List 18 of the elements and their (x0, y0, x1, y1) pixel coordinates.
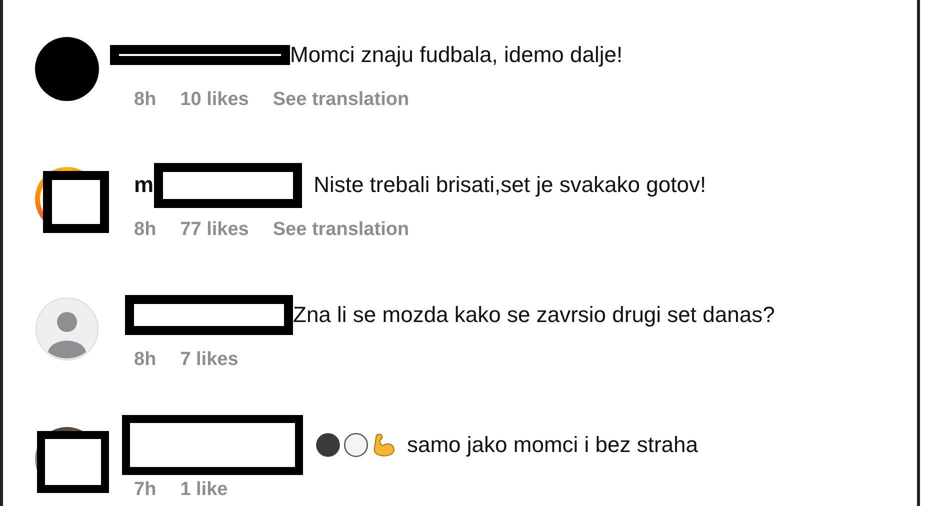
likes-link[interactable]: 1 like (180, 479, 228, 501)
username[interactable]: m (134, 172, 154, 198)
see-translation-link[interactable]: See translation (272, 89, 410, 111)
ring-icon (343, 432, 369, 458)
comment-time: 8h (134, 349, 156, 371)
avatar-icon[interactable] (35, 297, 99, 361)
likes-link[interactable]: 7 likes (180, 349, 238, 371)
comment-time: 8h (134, 89, 156, 111)
comment-text: Niste trebali brisati,set je svakako gotov! (314, 172, 706, 198)
see-translation-link[interactable]: See translation (272, 219, 410, 241)
comment-time: 7h (134, 479, 156, 501)
likes-link[interactable]: 77 likes (180, 219, 249, 241)
comment-text: samo jako momci i bez straha (407, 432, 698, 458)
comment-text: Momci znaju fudbala, idemo dalje! (290, 42, 623, 68)
comment-time: 8h (134, 219, 156, 241)
likes-link[interactable]: 10 likes (180, 89, 249, 111)
comment-text: Zna li se mozda kako se zavrsio drugi set danas? (293, 302, 775, 328)
flexed-arm-icon (371, 432, 397, 458)
